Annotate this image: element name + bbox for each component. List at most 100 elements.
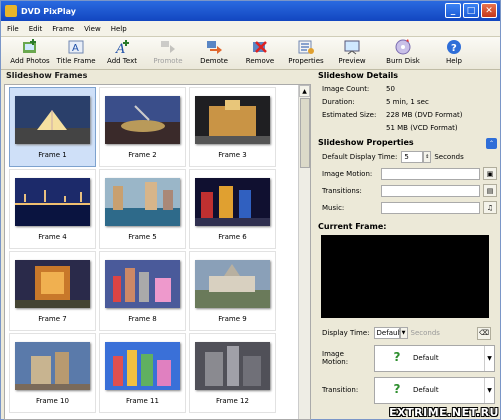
frame-thumbnail[interactable]: Frame 9 [189, 251, 276, 331]
collapse-icon[interactable]: ⌃ [486, 138, 497, 149]
frame-label: Frame 9 [218, 315, 247, 323]
watermark: EXTRIME.NET.RU [389, 406, 499, 419]
menu-bar: File Edit Frame View Help [1, 21, 500, 37]
frame-display-time-unit: Seconds [410, 329, 440, 337]
estimated-size-label: Estimated Size: [322, 110, 377, 119]
preview-label: Preview [338, 57, 366, 65]
frames-scrollbar[interactable]: ▲ [298, 85, 310, 419]
current-frame-preview [321, 235, 489, 318]
duration-label: Duration: [322, 97, 355, 106]
frame-image-motion-select[interactable]: ? Default ▼ [374, 344, 495, 372]
remove-button[interactable]: Remove [237, 37, 283, 65]
transitions-label: Transitions: [322, 186, 362, 195]
eraser-icon[interactable]: ⌫ [477, 326, 491, 340]
duration-value: 5 min, 1 sec [386, 97, 429, 106]
transitions-field[interactable] [380, 184, 481, 197]
menu-edit[interactable]: Edit [29, 25, 43, 33]
frame-label: Frame 1 [38, 151, 67, 159]
estimated-size-vcd: 51 MB (VCD Format) [386, 123, 458, 132]
frame-image [105, 96, 180, 144]
frame-image [15, 342, 90, 390]
properties-icon [298, 40, 314, 54]
frame-transition-value: Default [413, 386, 439, 394]
frame-image [195, 342, 270, 390]
preview-button[interactable]: Preview [329, 37, 375, 65]
frame-image [15, 260, 90, 308]
add-text-button[interactable]: A Add Text [99, 37, 145, 65]
frame-thumbnail[interactable]: Frame 12 [189, 333, 276, 413]
frame-thumbnail[interactable]: Frame 1 [9, 87, 96, 167]
minimize-button[interactable]: _ [445, 3, 461, 18]
frame-thumbnail[interactable]: Frame 3 [189, 87, 276, 167]
title-frame-button[interactable]: A Title Frame [53, 37, 99, 65]
menu-help[interactable]: Help [111, 25, 127, 33]
scroll-up-icon[interactable]: ▲ [299, 85, 310, 97]
menu-file[interactable]: File [7, 25, 19, 33]
frame-thumbnail[interactable]: Frame 2 [99, 87, 186, 167]
default-display-time-unit: Seconds [434, 153, 464, 161]
current-frame-title: Current Frame: [318, 222, 387, 231]
add-photos-label: Add Photos [10, 57, 50, 65]
close-button[interactable]: ✕ [481, 3, 497, 18]
frame-image-motion-label: Image Motion: [322, 350, 349, 366]
transitions-icon[interactable]: ▤ [483, 184, 497, 197]
add-text-label: Add Text [107, 57, 137, 65]
scrollbar-thumb[interactable] [300, 98, 310, 168]
demote-label: Demote [200, 57, 228, 65]
chevron-down-icon[interactable]: ▼ [484, 377, 494, 403]
frame-thumbnail[interactable]: Frame 11 [99, 333, 186, 413]
promote-button[interactable]: Promote [145, 37, 191, 65]
image-motion-icon[interactable]: ▣ [483, 167, 497, 180]
frame-image [15, 178, 90, 226]
frame-image [195, 260, 270, 308]
frame-label: Frame 6 [218, 233, 247, 241]
toolbar: Add Photos A Title Frame A Add Text Prom… [1, 37, 500, 70]
frames-list[interactable]: Frame 1 Frame 2 Frame 3 Frame 4 Frame 5 … [4, 84, 311, 420]
burn-disk-button[interactable]: Burn Disk [375, 37, 431, 65]
frame-label: Frame 7 [38, 315, 67, 323]
demote-button[interactable]: Demote [191, 37, 237, 65]
music-field[interactable] [380, 201, 481, 214]
frame-label: Frame 10 [36, 397, 69, 405]
frame-image-motion-value: Default [413, 354, 439, 362]
frame-label: Frame 2 [128, 151, 157, 159]
frame-transition-label: Transition: [322, 386, 359, 394]
add-photos-icon [23, 39, 36, 53]
frame-thumbnail[interactable]: Frame 7 [9, 251, 96, 331]
menu-frame[interactable]: Frame [52, 25, 74, 33]
promote-label: Promote [153, 57, 183, 65]
estimated-size-dvd: 228 MB (DVD Format) [386, 110, 463, 119]
frame-label: Frame 11 [126, 397, 159, 405]
display-time-stepper[interactable]: ⇕ [423, 151, 432, 163]
remove-label: Remove [245, 57, 275, 65]
help-button[interactable]: ? Help [431, 37, 477, 65]
frame-label: Frame 3 [218, 151, 247, 159]
frame-image [105, 178, 180, 226]
properties-label: Properties [288, 57, 324, 65]
image-motion-field[interactable] [380, 167, 481, 180]
maximize-button[interactable]: □ [463, 3, 479, 18]
frame-transition-select[interactable]: ? Default ▼ [374, 376, 495, 404]
frame-thumbnail[interactable]: Frame 6 [189, 169, 276, 249]
default-display-time-input[interactable] [401, 151, 424, 163]
title-frame-label: Title Frame [56, 57, 96, 65]
music-note-icon[interactable]: ♫ [483, 201, 497, 214]
app-logo-icon [5, 5, 17, 17]
frame-thumbnail[interactable]: Frame 5 [99, 169, 186, 249]
frame-display-time-label: Display Time: [322, 329, 370, 337]
frame-thumbnail[interactable]: Frame 4 [9, 169, 96, 249]
chevron-down-icon[interactable]: ▼ [484, 345, 494, 371]
frame-thumbnail[interactable]: Frame 10 [9, 333, 96, 413]
add-photos-button[interactable]: Add Photos [7, 37, 53, 65]
frame-display-time-dropdown-icon[interactable]: ▼ [399, 327, 408, 339]
menu-view[interactable]: View [84, 25, 101, 33]
frame-image [195, 96, 270, 144]
details-title: Slideshow Details [318, 71, 399, 80]
properties-button[interactable]: Properties [283, 37, 329, 65]
image-count-label: Image Count: [322, 84, 370, 93]
frame-image [105, 342, 180, 390]
frame-thumbnail[interactable]: Frame 8 [99, 251, 186, 331]
frame-display-time-select[interactable]: Default [373, 327, 402, 339]
svg-text:A: A [72, 43, 79, 54]
help-icon: ? [447, 40, 461, 54]
